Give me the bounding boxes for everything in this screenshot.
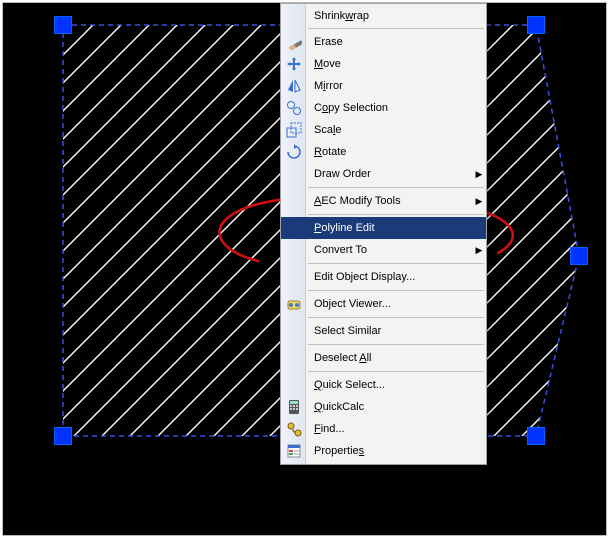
menu-label: Properties — [306, 445, 486, 457]
mirror-icon — [281, 78, 306, 94]
menu-label: AEC Modify Tools — [306, 195, 472, 207]
menu-label: Rotate — [306, 146, 486, 158]
menu-label: Move — [306, 58, 486, 70]
menu-separator — [308, 214, 484, 215]
menu-convert-to[interactable]: Convert To ▶ — [281, 239, 486, 261]
quickcalc-icon — [281, 399, 306, 415]
menu-label: Deselect All — [306, 352, 486, 364]
menu-separator — [308, 263, 484, 264]
grip-handle[interactable] — [527, 16, 545, 34]
menu-separator — [308, 344, 484, 345]
context-menu-items: Shrinkwrap Erase Move Mirror — [281, 4, 486, 464]
erase-icon — [281, 34, 306, 50]
submenu-arrow-icon: ▶ — [472, 245, 486, 256]
grip-handle[interactable] — [54, 427, 72, 445]
submenu-arrow-icon: ▶ — [472, 196, 486, 207]
menu-separator — [308, 371, 484, 372]
menu-draw-order[interactable]: Draw Order ▶ — [281, 163, 486, 185]
menu-separator — [308, 187, 484, 188]
menu-label: Object Viewer... — [306, 298, 486, 310]
menu-label: Polyline Edit — [306, 222, 486, 234]
menu-label: Edit Object Display... — [306, 271, 486, 283]
scale-icon — [281, 122, 306, 138]
menu-object-viewer[interactable]: Object Viewer... — [281, 293, 486, 315]
menu-deselect-all[interactable]: Deselect All — [281, 347, 486, 369]
menu-polyline-edit[interactable]: Polyline Edit — [281, 217, 486, 239]
find-icon — [281, 421, 306, 437]
menu-erase[interactable]: Erase — [281, 31, 486, 53]
menu-shrinkwrap[interactable]: Shrinkwrap — [281, 6, 486, 26]
menu-quickcalc[interactable]: QuickCalc — [281, 396, 486, 418]
menu-label: Copy Selection — [306, 102, 486, 114]
menu-label: Quick Select... — [306, 379, 486, 391]
properties-icon — [281, 443, 306, 459]
menu-mirror[interactable]: Mirror — [281, 75, 486, 97]
submenu-arrow-icon: ▶ — [472, 169, 486, 180]
menu-label: Draw Order — [306, 168, 472, 180]
menu-aec-modify-tools[interactable]: AEC Modify Tools ▶ — [281, 190, 486, 212]
menu-properties[interactable]: Properties — [281, 440, 486, 462]
menu-scale[interactable]: Scale — [281, 119, 486, 141]
menu-separator — [308, 28, 484, 29]
move-icon — [281, 56, 306, 72]
menu-label: Convert To — [306, 244, 472, 256]
context-menu: Shrinkwrap Erase Move Mirror — [280, 3, 487, 465]
menu-select-similar[interactable]: Select Similar — [281, 320, 486, 342]
rotate-icon — [281, 144, 306, 160]
menu-label: Erase — [306, 36, 486, 48]
menu-quick-select[interactable]: Quick Select... — [281, 374, 486, 396]
object-viewer-icon — [281, 296, 306, 312]
grip-handle[interactable] — [54, 16, 72, 34]
menu-label: Mirror — [306, 80, 486, 92]
menu-rotate[interactable]: Rotate — [281, 141, 486, 163]
menu-label: Shrinkwrap — [306, 10, 486, 22]
menu-label: QuickCalc — [306, 401, 486, 413]
menu-separator — [308, 290, 484, 291]
grip-handle[interactable] — [570, 247, 588, 265]
menu-move[interactable]: Move — [281, 53, 486, 75]
grip-handle[interactable] — [527, 427, 545, 445]
menu-copy-selection[interactable]: Copy Selection — [281, 97, 486, 119]
copy-selection-icon — [281, 100, 306, 116]
menu-separator — [308, 317, 484, 318]
menu-find[interactable]: Find... — [281, 418, 486, 440]
menu-label: Scale — [306, 124, 486, 136]
menu-label: Find... — [306, 423, 486, 435]
menu-label: Select Similar — [306, 325, 486, 337]
menu-edit-object-display[interactable]: Edit Object Display... — [281, 266, 486, 288]
drawing-viewport: Shrinkwrap Erase Move Mirror — [2, 2, 607, 536]
